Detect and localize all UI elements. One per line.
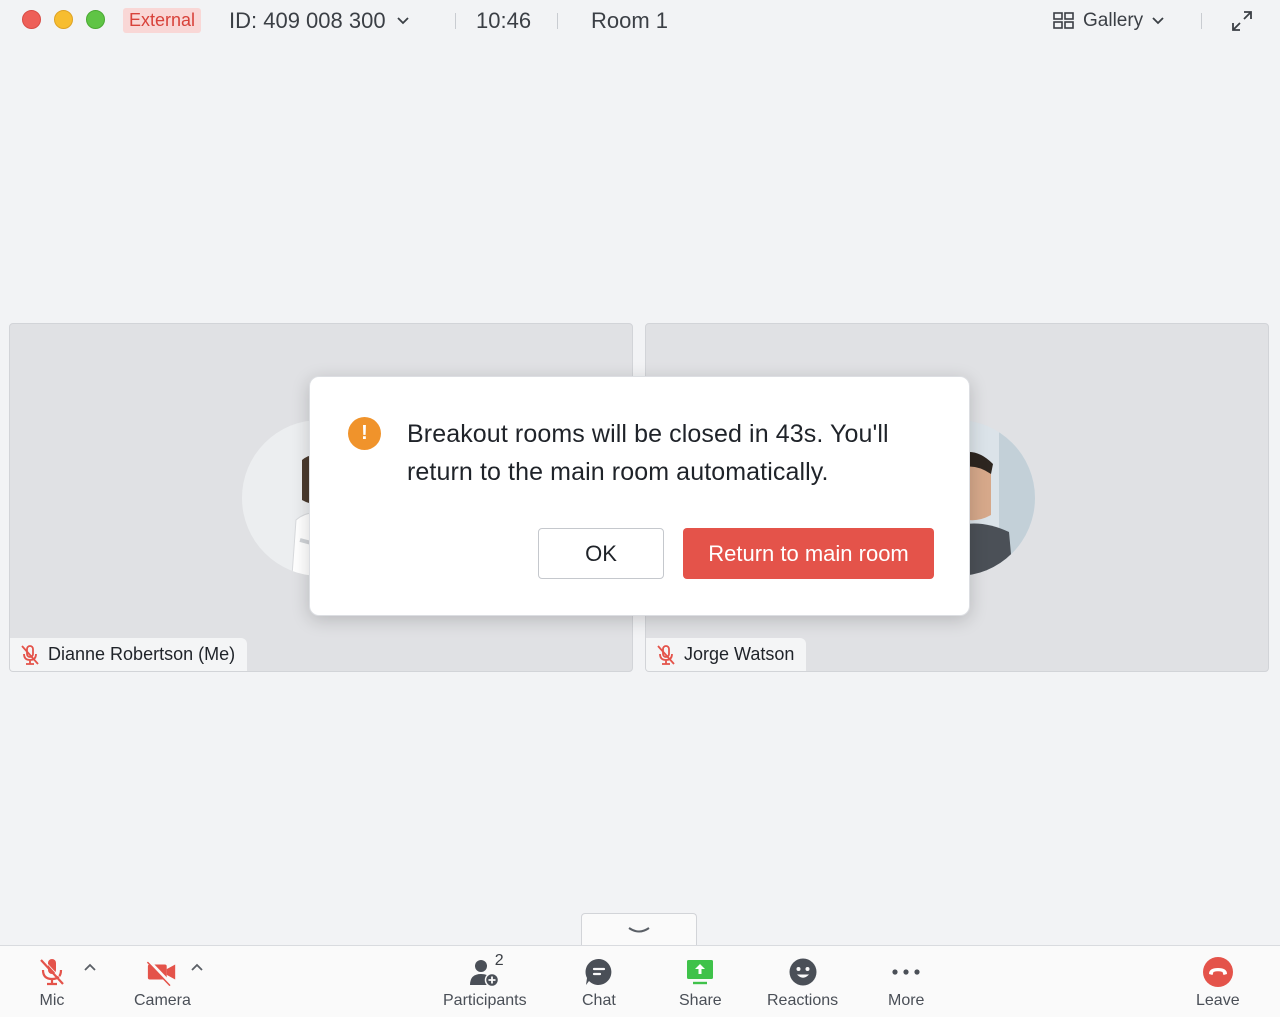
room-name: Room 1: [591, 8, 669, 33]
mic-muted-icon: [657, 644, 675, 665]
zoom-window-button[interactable]: [86, 10, 105, 29]
mic-label: Mic: [39, 992, 65, 1009]
chevron-up-icon[interactable]: [83, 962, 97, 972]
chevron-down-icon: [628, 926, 650, 932]
external-badge: External: [123, 8, 202, 33]
divider: [557, 13, 558, 29]
mic-muted-icon: [21, 644, 39, 665]
ok-button[interactable]: OK: [538, 528, 664, 579]
camera-button[interactable]: Camera: [134, 956, 191, 1010]
minimize-window-button[interactable]: [54, 10, 73, 29]
participants-button[interactable]: 2 Participants: [443, 952, 527, 1010]
fullscreen-icon[interactable]: [1230, 9, 1254, 33]
camera-label: Camera: [134, 992, 191, 1009]
leave-label: Leave: [1196, 992, 1240, 1009]
hang-up-icon: [1202, 957, 1233, 987]
view-mode-dropdown[interactable]: Gallery: [1053, 7, 1165, 35]
share-screen-icon: [687, 960, 714, 985]
chat-label: Chat: [582, 992, 616, 1009]
camera-off-icon: [147, 959, 176, 986]
meeting-toolbar: Mic Camera 2 Participants Chat Share Rea…: [0, 945, 1280, 1017]
chevron-up-icon[interactable]: [190, 962, 204, 972]
smiley-icon: [789, 958, 817, 986]
chat-icon: [585, 958, 612, 985]
return-to-main-room-button[interactable]: Return to main room: [683, 528, 934, 579]
participant-name: Dianne Robertson (Me): [48, 644, 236, 664]
divider: [1201, 13, 1202, 29]
mic-muted-icon: [40, 958, 65, 986]
participant-name-tag: Dianne Robertson (Me): [10, 638, 248, 671]
title-bar: External ID: 409 008 300 10:46 Room 1 Ga…: [0, 0, 1280, 42]
chevron-down-icon: [396, 17, 409, 25]
meeting-timer: 10:46: [476, 8, 532, 33]
participants-label: Participants: [443, 992, 527, 1009]
meeting-id-label: ID: 409 008 300: [229, 8, 386, 33]
meeting-id-dropdown[interactable]: ID: 409 008 300: [229, 6, 410, 36]
reactions-button[interactable]: Reactions: [767, 956, 838, 1010]
view-mode-label: Gallery: [1083, 10, 1144, 31]
collapse-toolbar-button[interactable]: [581, 913, 697, 947]
participant-name: Jorge Watson: [684, 644, 795, 664]
mic-button[interactable]: Mic: [36, 956, 68, 1010]
reactions-label: Reactions: [767, 992, 839, 1009]
more-button[interactable]: More: [888, 956, 924, 1010]
window-controls: [22, 10, 105, 29]
dialog-message: Breakout rooms will be closed in 43s. Yo…: [407, 420, 889, 486]
close-window-button[interactable]: [22, 10, 41, 29]
participants-count: 2: [494, 952, 504, 969]
share-button[interactable]: Share: [679, 956, 722, 1010]
share-label: Share: [679, 992, 722, 1009]
grid-icon: [1053, 12, 1074, 29]
chat-button[interactable]: Chat: [582, 956, 616, 1010]
divider: [455, 13, 456, 29]
chevron-down-icon: [1152, 17, 1164, 25]
more-icon: [892, 969, 920, 975]
leave-button[interactable]: Leave: [1196, 956, 1240, 1010]
more-label: More: [888, 992, 925, 1009]
participant-name-tag: Jorge Watson: [646, 638, 807, 671]
breakout-close-dialog: ! Breakout rooms will be closed in 43s. …: [309, 376, 970, 616]
warning-icon: !: [348, 417, 381, 450]
